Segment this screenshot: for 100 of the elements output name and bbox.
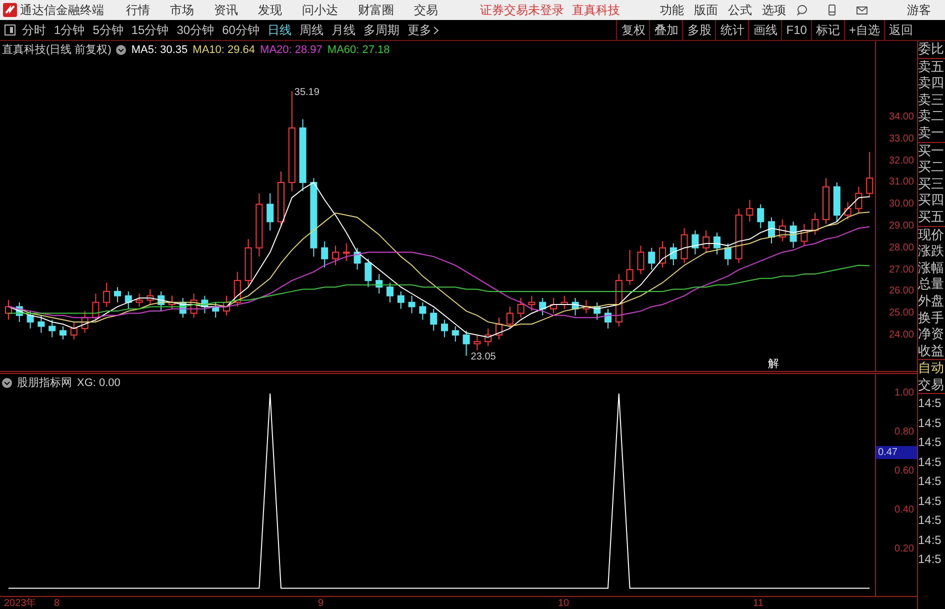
menu-item[interactable]: 市场: [170, 2, 194, 18]
price-axis-label: 32.00: [888, 155, 914, 166]
indicator-axis-label: 0.60: [894, 466, 914, 477]
price-axis-label: 33.00: [888, 133, 914, 144]
quote-field-label: 买五: [918, 208, 945, 226]
trade-time: 14:5: [918, 395, 942, 412]
period-tab[interactable]: 更多: [407, 22, 440, 38]
chevron-right-icon: [433, 26, 440, 34]
indicator-axis-label: 0.40: [894, 504, 914, 516]
period-tab[interactable]: 分时: [22, 22, 46, 38]
low-price-label: 23.05: [470, 352, 496, 363]
candlestick: [114, 286, 121, 303]
candlestick: [680, 228, 688, 264]
moving-average-label: MA10: 29.64: [192, 44, 256, 56]
chevron-down-circle-icon[interactable]: [2, 378, 12, 388]
price-axis-label: 31.00: [888, 176, 914, 188]
period-tab[interactable]: 日线: [267, 22, 292, 38]
menu-item[interactable]: 交易: [414, 2, 438, 18]
price-axis-label: 24.00: [888, 330, 914, 341]
menu-item[interactable]: 功能: [660, 2, 684, 18]
date-axis-label: 2023年: [4, 598, 36, 609]
quote-field-label: 卖四: [918, 75, 945, 92]
candlestick: [397, 290, 404, 310]
price-axis-label: 30.00: [888, 198, 914, 210]
candlestick: [223, 295, 230, 316]
quote-field-label: 收益: [918, 342, 945, 360]
candlestick: [822, 178, 830, 224]
mail-icon[interactable]: [856, 4, 868, 16]
trade-time: 14:5: [918, 454, 942, 471]
candlestick: [735, 208, 742, 264]
period-tab[interactable]: 1分钟: [54, 22, 85, 38]
period-tab[interactable]: 5分钟: [92, 22, 124, 38]
price-axis-label: 27.00: [888, 264, 914, 276]
price-axis-label: 25.00: [888, 308, 914, 319]
candlestick: [692, 230, 699, 255]
quote-field-label: 涨幅: [918, 260, 945, 276]
menu-item[interactable]: 财富圈: [358, 2, 394, 18]
period-tab[interactable]: 30分钟: [176, 22, 214, 38]
candlestick: [310, 178, 318, 258]
cursor-value-label: 0.47: [876, 446, 917, 459]
candlestick: [484, 328, 492, 346]
date-axis-label: 9: [318, 598, 324, 609]
period-tab[interactable]: 月线: [331, 22, 356, 38]
trade-time: 14:5: [918, 434, 942, 452]
menu-item[interactable]: 选项: [762, 2, 786, 18]
candlestick: [659, 240, 666, 268]
quote-field-label: 买三: [918, 176, 945, 192]
indicator-value: XG: 0.00: [77, 376, 120, 388]
panel-toggle-icon[interactable]: [4, 24, 16, 36]
period-tab[interactable]: 周线: [299, 22, 324, 38]
menu-item[interactable]: 问小达: [302, 2, 338, 18]
candlestick: [5, 300, 12, 320]
phone-icon[interactable]: [826, 4, 838, 16]
candlestick: [256, 192, 263, 258]
menu-item[interactable]: 发现: [258, 2, 282, 18]
candlestick: [812, 212, 819, 236]
date-axis-label: 10: [558, 598, 570, 609]
quote-field-label: 卖二: [918, 108, 945, 125]
login-notice[interactable]: 证券交易未登录: [480, 2, 564, 18]
quote-field-label: 委比: [918, 41, 945, 58]
chat-bubble-icon[interactable]: [796, 4, 808, 16]
trade-time: 14:5: [918, 551, 942, 568]
stock-name-link[interactable]: 直真科技: [572, 2, 620, 18]
menu-item[interactable]: 行情: [126, 2, 150, 18]
high-price-label: 35.19: [294, 87, 320, 98]
menu-item[interactable]: 版面: [694, 2, 718, 18]
chevron-down-circle-icon[interactable]: [116, 44, 126, 54]
event-marker[interactable]: 解: [768, 358, 779, 370]
candlestick: [190, 293, 198, 318]
app-logo-icon: [3, 3, 17, 17]
price-axis-label: 26.00: [888, 286, 914, 297]
quote-field-label: 买一: [918, 142, 945, 160]
period-tab[interactable]: 15分钟: [131, 22, 169, 38]
quote-field-label: 卖五: [918, 58, 945, 76]
price-axis-label: 29.00: [888, 220, 914, 232]
moving-average-label: MA5: 30.35: [131, 44, 188, 56]
moving-average-label: MA20: 28.97: [260, 44, 322, 56]
period-tab[interactable]: 多周期: [363, 22, 400, 38]
indicator-axis-label: 0.80: [894, 426, 914, 438]
user-label[interactable]: 游客: [907, 2, 931, 18]
candlestick: [560, 295, 568, 310]
candlestick: [266, 192, 274, 231]
candlestick: [778, 219, 786, 242]
trade-time: 14:5: [918, 473, 942, 490]
indicator-axis-label: 1.00: [894, 388, 914, 399]
candlestick: [408, 295, 416, 314]
menu-item[interactable]: 资讯: [214, 2, 238, 18]
date-axis-label: 8: [54, 598, 60, 609]
indicator-title: 股朋指标网: [17, 376, 72, 390]
period-tab[interactable]: 60分钟: [222, 22, 260, 38]
quote-field-label: 买二: [918, 159, 945, 176]
candlestick: [626, 250, 634, 286]
candlestick: [746, 199, 754, 222]
candlestick: [637, 245, 644, 275]
moving-average-label: MA60: 27.18: [327, 44, 390, 56]
trade-time: 14:5: [918, 512, 942, 530]
price-axis-label: 28.00: [888, 242, 914, 254]
auto-label[interactable]: 自动: [918, 360, 945, 377]
menu-item[interactable]: 公式: [728, 2, 752, 18]
quote-field-label: 现价: [918, 226, 945, 244]
